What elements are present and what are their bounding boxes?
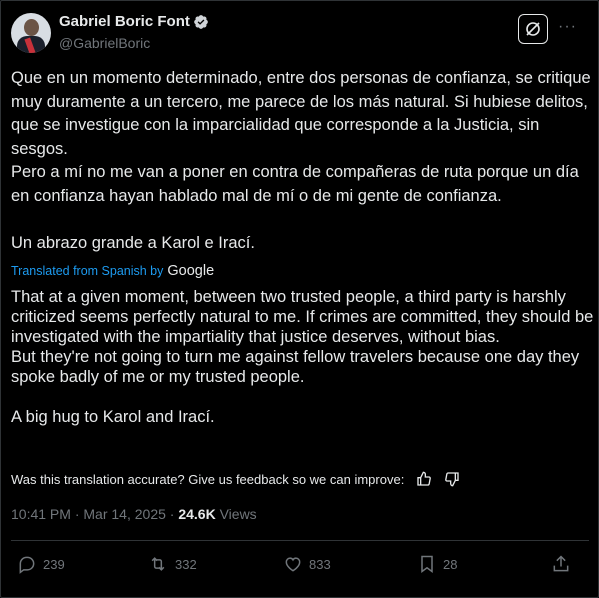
feedback-prompt: Was this translation accurate? Give us f… <box>11 471 405 487</box>
reply-count: 239 <box>43 556 65 572</box>
grok-button[interactable] <box>518 14 548 44</box>
bookmark-button[interactable]: 28 <box>417 554 457 574</box>
tweet-translated-text: That at a given moment, between two trus… <box>11 287 596 427</box>
views-count: 24.6K <box>178 506 216 522</box>
translated-paragraph: That at a given moment, between two trus… <box>11 288 594 346</box>
repost-count: 332 <box>175 556 197 572</box>
original-paragraph: Pero a mí no me van a poner en contra de… <box>11 163 579 205</box>
tweet-date[interactable]: Mar 14, 2025 <box>83 506 166 522</box>
like-icon <box>285 557 301 572</box>
grok-icon <box>526 22 540 36</box>
original-paragraph: Un abrazo grande a Karol e Irací. <box>11 233 255 252</box>
author-handle[interactable]: @GabrielBoric <box>59 35 150 51</box>
like-count: 833 <box>309 556 331 572</box>
verified-badge-icon <box>194 15 208 29</box>
repost-button[interactable]: 332 <box>147 554 197 574</box>
translated-from-label[interactable]: Translated from Spanish by <box>11 264 163 278</box>
tweet-time[interactable]: 10:41 PM <box>11 506 71 522</box>
divider <box>11 540 589 541</box>
like-button[interactable]: 833 <box>283 554 331 574</box>
original-paragraph: Que en un momento determinado, entre dos… <box>11 69 591 158</box>
views-label: Views <box>219 506 257 522</box>
more-icon[interactable]: ··· <box>558 18 577 36</box>
thumbs-up-icon[interactable] <box>416 471 432 487</box>
tweet-original-text: Que en un momento determinado, entre dos… <box>11 67 591 255</box>
translated-paragraph: A big hug to Karol and Irací. <box>11 408 215 426</box>
avatar[interactable] <box>11 13 51 53</box>
share-button[interactable] <box>551 554 577 574</box>
tweet-metadata: 10:41 PM · Mar 14, 2025 · 24.6K Views <box>11 506 257 522</box>
author-name[interactable]: Gabriel Boric Font <box>59 13 190 30</box>
bookmark-count: 28 <box>443 556 458 572</box>
reply-button[interactable]: 239 <box>17 554 65 574</box>
share-icon <box>553 555 569 572</box>
translation-attribution: Translated from Spanish by Google <box>11 263 214 279</box>
translated-paragraph: But they're not going to turn me against… <box>11 348 580 386</box>
tweet-card: Gabriel Boric Font @GabrielBoric ··· Que… <box>0 0 599 598</box>
google-logo: Google <box>167 263 215 279</box>
thumbs-down-icon[interactable] <box>444 471 460 487</box>
repost-icon <box>151 557 165 571</box>
translation-feedback: Was this translation accurate? Give us f… <box>11 471 460 487</box>
bookmark-icon <box>421 555 433 573</box>
reply-icon <box>19 556 35 574</box>
